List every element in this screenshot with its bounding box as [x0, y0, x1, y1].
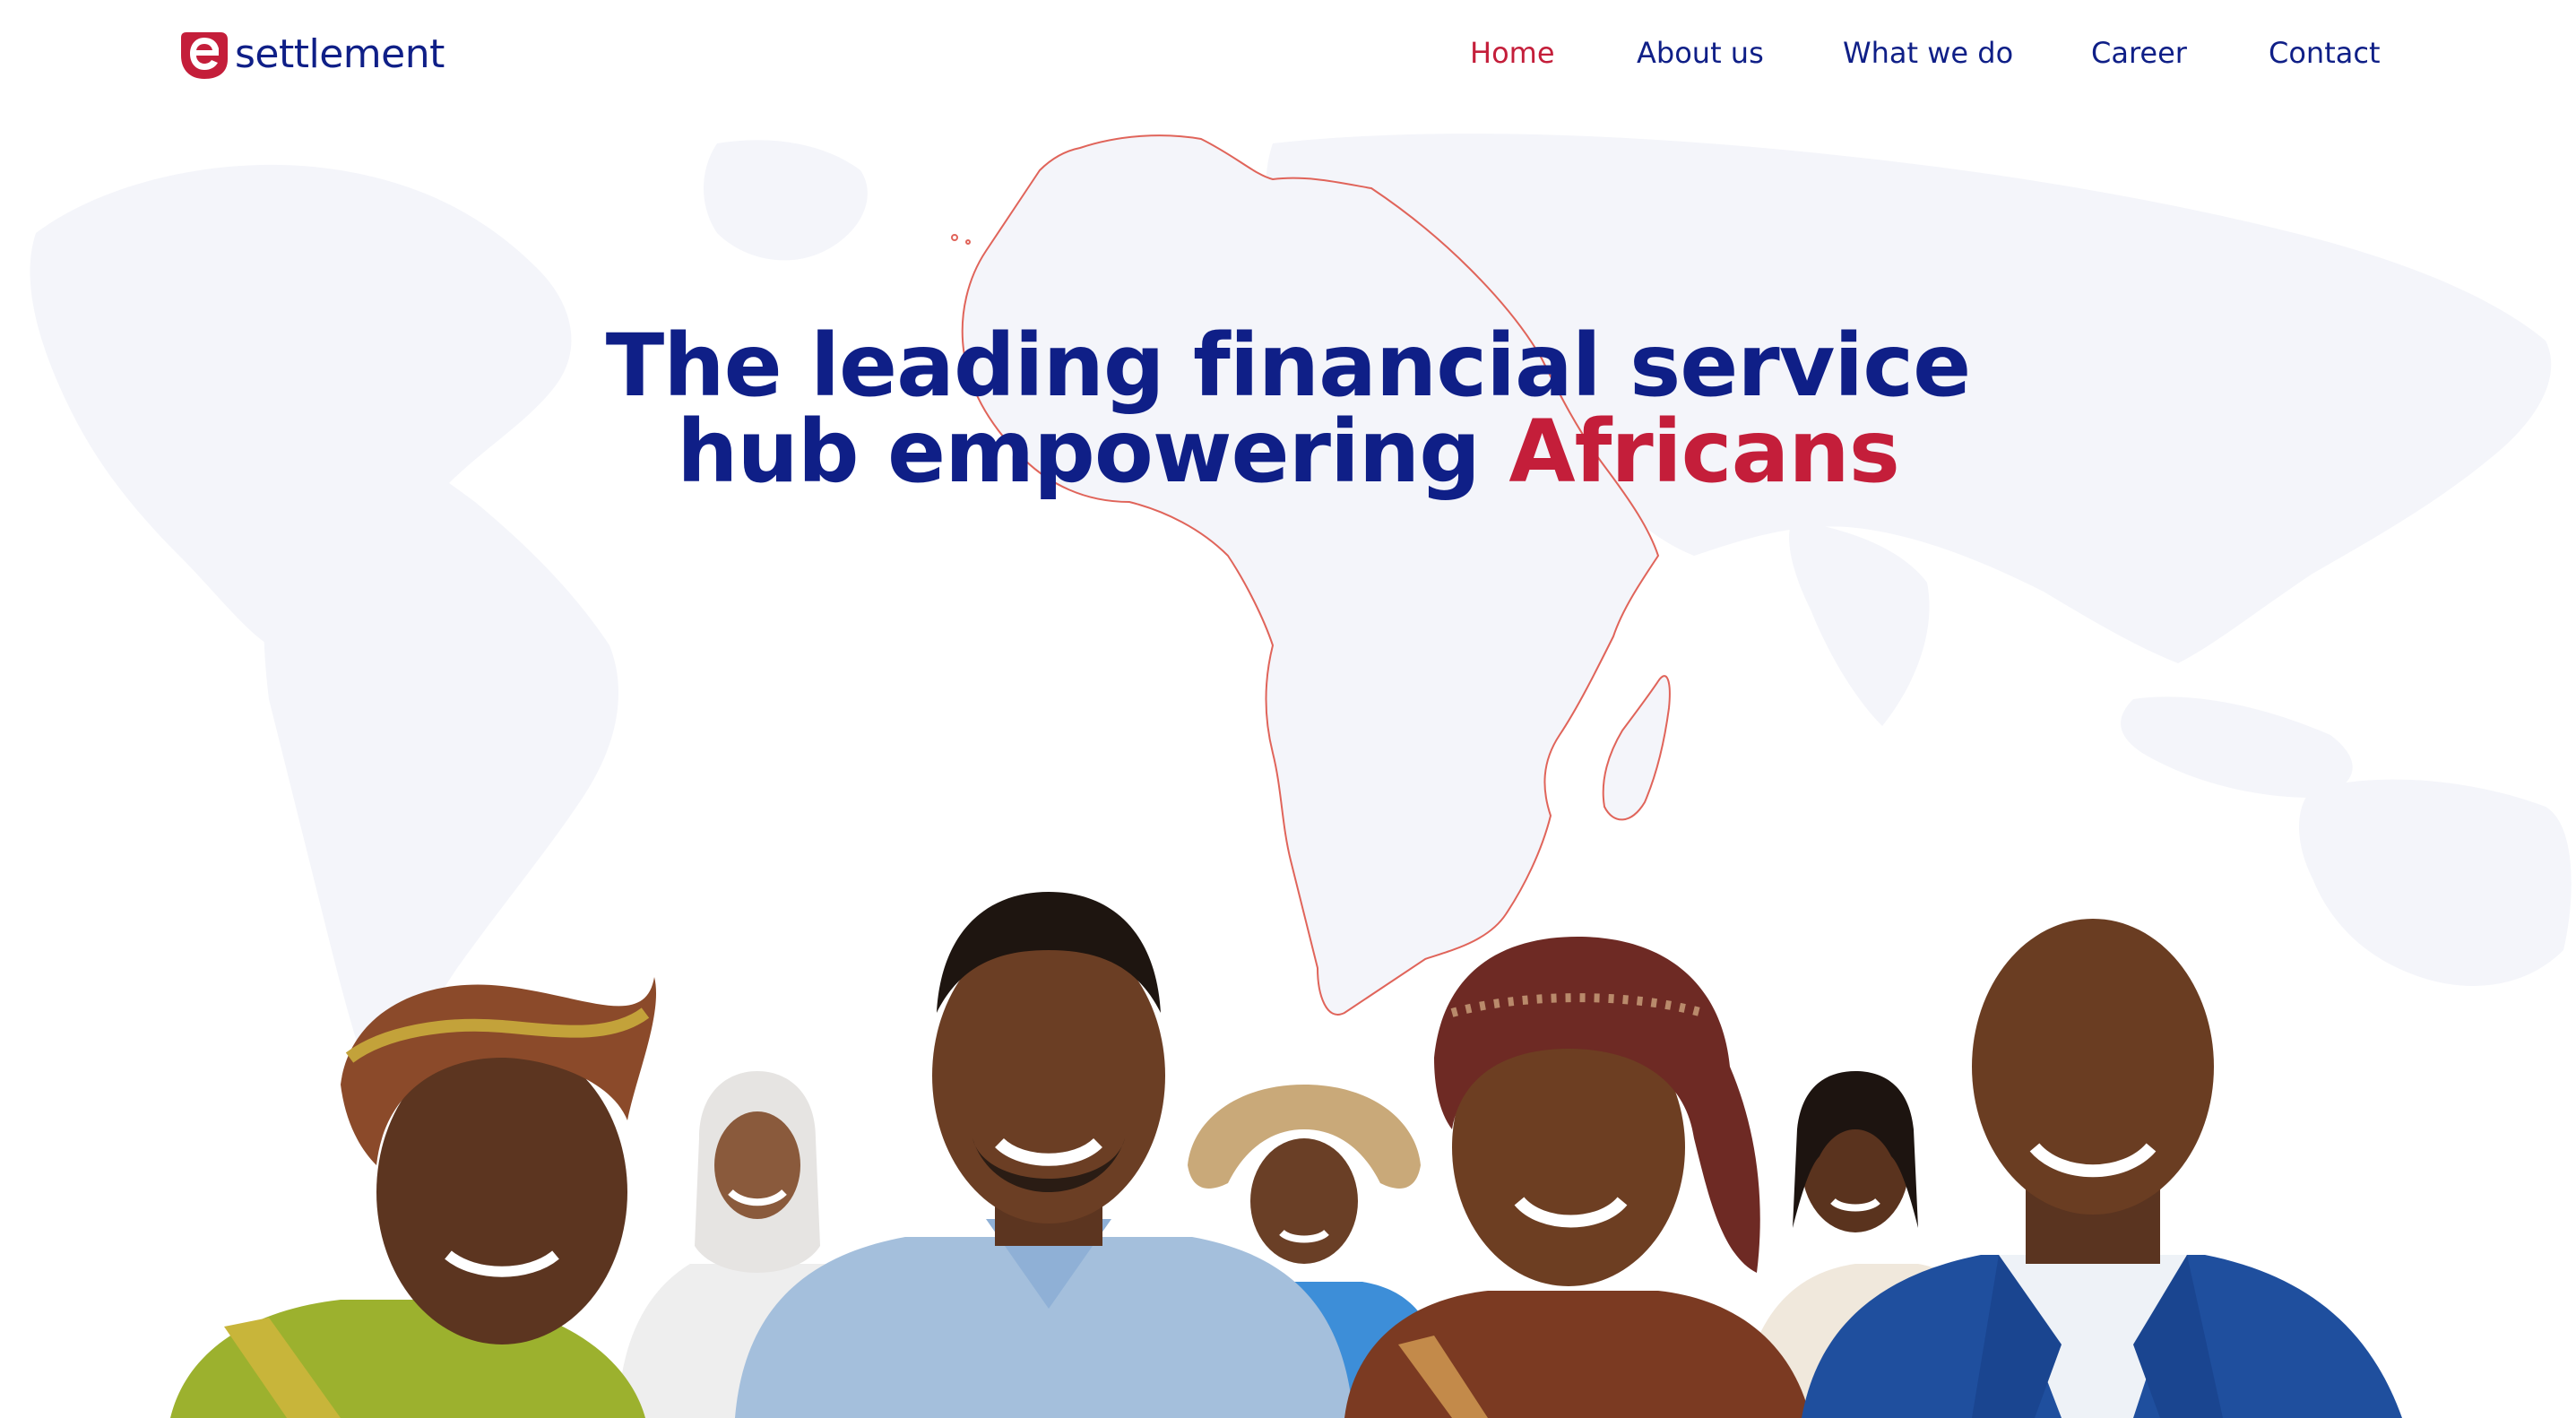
landing-page: settlement Home About us What we do Care… [0, 0, 2576, 1418]
man-denim-shirt-portrait [735, 892, 1353, 1418]
nav-career[interactable]: Career [2091, 36, 2187, 70]
nav-contact[interactable]: Contact [2269, 36, 2381, 70]
nav-about-us[interactable]: About us [1637, 36, 1764, 70]
people-collage [170, 892, 2402, 1418]
nav-home[interactable]: Home [1470, 36, 1555, 70]
nav-what-we-do[interactable]: What we do [1843, 36, 2013, 70]
site-header: settlement Home About us What we do Care… [0, 0, 2576, 125]
hero-heading: The leading financial service hub empowe… [0, 323, 2576, 495]
woman-headwrap-portrait [170, 977, 657, 1418]
main-nav: Home About us What we do Career Contact [0, 36, 2576, 81]
hero-line-2-accent: Africans [1508, 402, 1899, 502]
hero-line-2-prefix: hub empowering [677, 402, 1481, 502]
